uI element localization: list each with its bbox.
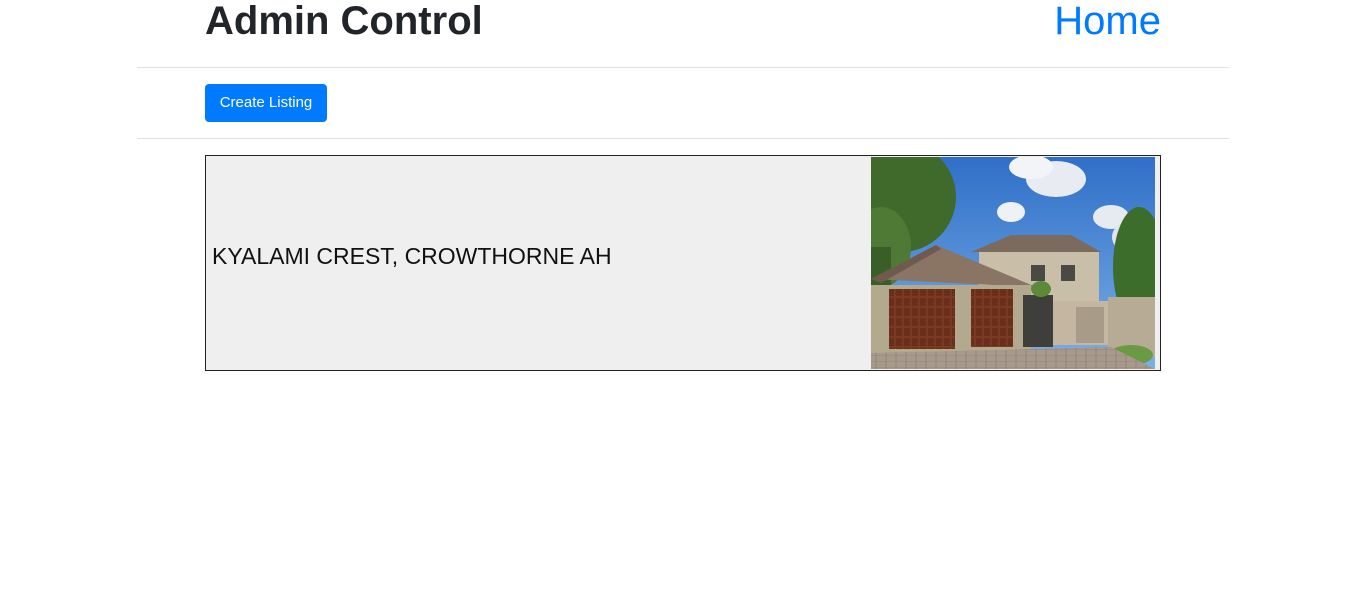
listing-name: KYALAMI CREST, CROWTHORNE AH bbox=[212, 243, 612, 269]
page-header: Admin Control Home bbox=[205, 0, 1161, 45]
header-divider bbox=[137, 67, 1229, 68]
home-link[interactable]: Home bbox=[1054, 0, 1161, 45]
page-title: Admin Control bbox=[205, 0, 483, 43]
listing-card[interactable]: KYALAMI CREST, CROWTHORNE AH bbox=[205, 155, 1161, 371]
toolbar-divider bbox=[137, 138, 1229, 139]
create-listing-button[interactable]: Create Listing bbox=[205, 84, 327, 122]
house-photo bbox=[871, 157, 1155, 369]
